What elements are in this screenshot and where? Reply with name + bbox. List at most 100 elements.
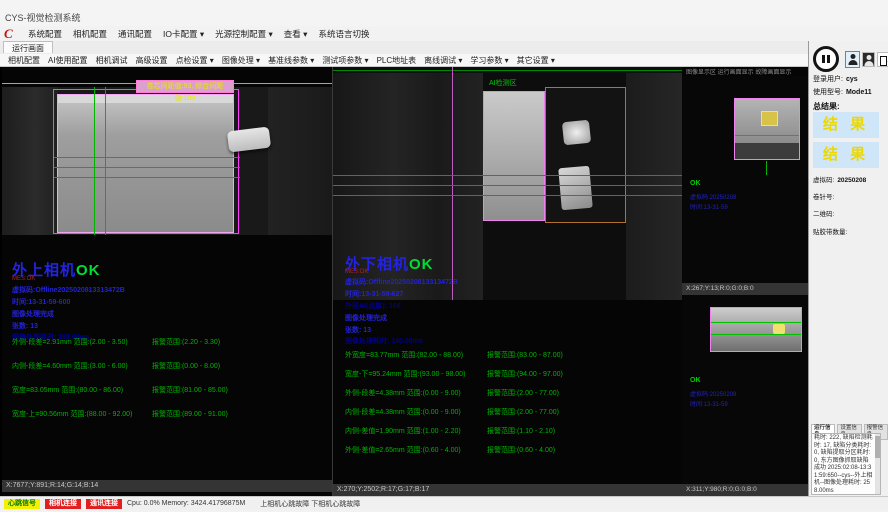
tool-camera-debug[interactable]: 相机调试: [96, 55, 128, 66]
login-user-value: cys: [846, 76, 858, 83]
tool-spot-check[interactable]: 点检设置 ▾: [176, 55, 214, 66]
aux-top-photo: [734, 98, 800, 160]
aux-bottom-time: 时间:13-31-59: [690, 399, 728, 408]
pause-icon: [827, 55, 830, 63]
camera-view-outer-lower: AI检测区 外下相机OK MES:OK 虚拟码:Offline202502081…: [333, 67, 683, 496]
aux-top-time: 时间:13-31-59: [690, 202, 728, 211]
center-measurement-row: 外宽度=83.77mm 范围:(82.00 - 88.00) 报警范围:(83.…: [345, 350, 665, 360]
tab-run-screen[interactable]: 运行画面: [3, 41, 53, 53]
measure-line-horizontal-1: [54, 157, 240, 158]
camera-connection-badge: 相机连接: [45, 499, 81, 509]
result-indicator-1: 结 果: [813, 112, 879, 138]
menu-item-system-config[interactable]: 系统配置: [28, 28, 62, 40]
tool-ai-usage-config[interactable]: AI使用配置: [48, 55, 88, 66]
alarm-range: 报警范围:(2.00 - 77.00): [487, 407, 559, 417]
measure-line-horizontal-2: [54, 167, 240, 168]
measurement-value: 外侧-差值=2.65mm 范围:(0.60 - 4.00): [345, 447, 461, 454]
tool-other-settings[interactable]: 其它设置 ▾: [517, 55, 555, 66]
tool-advanced-settings[interactable]: 高级设置: [136, 55, 168, 66]
log-output-box[interactable]: 耗时: 222, 缺陷检测耗时: 17, 缺陷分类耗时: 0, 缺陷提取分区耗时…: [811, 433, 881, 495]
menu-item-camera-config[interactable]: 相机配置: [73, 28, 107, 40]
tab-strip: 运行画面: [0, 41, 808, 55]
alarm-range: 报警范围:(2.20 - 3.30): [152, 337, 220, 347]
tool-learning-params[interactable]: 学习参数 ▾: [470, 55, 508, 66]
aux-camera-view-bottom[interactable]: OK 虚拟码:20250208 时间:13-31-59 X:311;Y:980;…: [682, 295, 808, 496]
comm-connection-badge: 通讯连接: [86, 499, 122, 509]
left-barcode-line: 虚拟码:Offline2025020813313472B: [12, 285, 125, 295]
menu-item-comm-config[interactable]: 通讯配置: [118, 28, 152, 40]
center-measurement-row: 内侧-段差=4.38mm 范围:(0.00 - 9.00) 报警范围:(2.00…: [345, 407, 665, 417]
window-title: CYS-视觉检测系统: [0, 11, 81, 26]
center-barcode-line: 虚拟码:Offline2025020813313472B: [345, 277, 458, 287]
log-scrollbar-thumb[interactable]: [875, 436, 880, 458]
tape-marker-box: [761, 111, 778, 126]
main-area: 卷芯间距值:93, 综合间距值:100 外上相机OK MES:OK 虚拟码:Of…: [0, 67, 808, 496]
model-value: Mode11: [846, 89, 872, 96]
tool-plc-address-table[interactable]: PLC地址表: [377, 55, 417, 66]
measure-line-1: [711, 322, 801, 323]
operator-mode-button[interactable]: [862, 52, 875, 67]
app-window: CYS-视觉检测系统 C 系统配置 相机配置 通讯配置 IO卡配置 ▾ 光源控制…: [0, 0, 888, 512]
reference-line-green-top: [333, 70, 682, 71]
toolbar: 相机配置 AI使用配置 相机调试 高级设置 点检设置 ▾ 图像处理 ▾ 基准线参…: [0, 54, 808, 67]
measure-line-horizontal-3: [54, 177, 240, 178]
guide-line-violet: [452, 67, 453, 300]
measurement-value: 外侧-段差=4.38mm 范围:(0.00 - 9.00): [345, 390, 461, 397]
alarm-range: 报警范围:(81.00 - 85.00): [152, 385, 228, 395]
tool-baseline-params[interactable]: 基准线参数 ▾: [268, 55, 314, 66]
left-result-ok: OK: [76, 262, 101, 279]
machine-structure-right: [626, 73, 682, 300]
alarm-range: 报警范围:(2.00 - 77.00): [487, 388, 559, 398]
left-process-done-line: 图像处理完成: [12, 309, 54, 319]
measurement-value: 外宽度=83.77mm 范围:(82.00 - 88.00): [345, 352, 463, 359]
cpu-memory-readout: Cpu: 0.0% Memory: 3424.41796875M: [127, 500, 245, 507]
log-text: 耗时: 222, 缺陷检测耗时: 17, 缺陷分类耗时: 0, 缺陷提取分区耗时…: [812, 434, 880, 495]
tool-image-processing[interactable]: 图像处理 ▾: [222, 55, 260, 66]
tool-offline-debug[interactable]: 离线调试 ▾: [424, 55, 462, 66]
center-measurement-row: 宽度-下=95.24mm 范围:(93.00 - 98.00) 报警范围:(94…: [345, 369, 665, 379]
user-mode-button[interactable]: [845, 51, 860, 68]
ai-roi-label: AI检测区: [489, 78, 517, 88]
measure-line: [735, 135, 799, 136]
left-measurement-row: 宽度-上=90.56mm 范围:(88.00 - 92.00) 报警范围:(89…: [12, 409, 332, 419]
menu-item-light-config[interactable]: 光源控制配置 ▾: [215, 28, 273, 40]
left-frame-count-line: 张数: 13: [12, 321, 38, 331]
app-logo-icon: C: [4, 27, 17, 40]
user-icon: [848, 60, 857, 65]
left-camera-canvas[interactable]: [2, 87, 332, 235]
measure-line-horizontal-1: [333, 175, 682, 176]
center-cursor-coords: X:270;Y:2502;R:17;G:17;B:17: [333, 484, 682, 496]
aux-bottom-cursor-coords: X:311;Y:980;R:0;G:0;B:0: [682, 484, 808, 496]
menu-item-io-config[interactable]: IO卡配置 ▾: [163, 28, 204, 40]
measure-line-2: [711, 334, 801, 335]
measurement-value: 内侧-差值=1.90mm 范围:(1.00 - 2.20): [345, 428, 461, 435]
measurement-value: 宽度-下=95.24mm 范围:(93.00 - 98.00): [345, 371, 465, 378]
center-mes-status: MES:OK: [345, 269, 368, 275]
alarm-range: 报警范围:(1.10 - 2.10): [487, 426, 555, 436]
status-bar: 心跳信号 相机连接 通讯连接 Cpu: 0.0% Memory: 3424.41…: [0, 496, 888, 510]
pause-button[interactable]: [813, 46, 839, 72]
tool-test-params[interactable]: 测试项参数 ▾: [322, 55, 368, 66]
measurement-value: 宽度-上=90.56mm 范围:(88.00 - 92.00): [12, 411, 132, 418]
center-ai-line: 外径AI(点数): 166: [345, 301, 401, 311]
user-icon: [850, 54, 855, 59]
user-icon: [864, 61, 873, 66]
aux-bottom-photo: [710, 307, 802, 352]
left-measurement-row: 外侧-段差=2.91mm 范围:(2.00 - 3.50) 报警范围:(2.20…: [12, 337, 332, 347]
tool-camera-config[interactable]: 相机配置: [8, 55, 40, 66]
barcode-value: 20250208: [837, 177, 866, 184]
menu-item-language-switch[interactable]: 系统语言切换: [318, 28, 369, 40]
cell-region: [483, 91, 545, 221]
login-user-label: 登录用户:: [813, 76, 843, 83]
exit-button[interactable]: →: [877, 52, 888, 67]
center-measurement-row: 外侧-差值=2.65mm 范围:(0.60 - 4.00) 报警范围:(0.60…: [345, 445, 665, 455]
left-mes-status: MES:OK: [12, 276, 35, 282]
left-time-line: 时间:13-31-59-600: [12, 297, 70, 307]
menu-item-view[interactable]: 查看 ▾: [284, 28, 308, 40]
measure-line-vertical-2: [105, 87, 106, 235]
titlebar: CYS-视觉检测系统: [0, 0, 888, 26]
measure-line-stub: [766, 161, 767, 175]
aux-camera-view-top[interactable]: OK 虚拟码:20250208 时间:13-31-59 X:267;Y:13;R…: [682, 76, 808, 295]
gap-value-overlay: 卷芯间距值:93, 综合间距值:100: [136, 80, 234, 93]
log-scrollbar[interactable]: [875, 434, 880, 494]
